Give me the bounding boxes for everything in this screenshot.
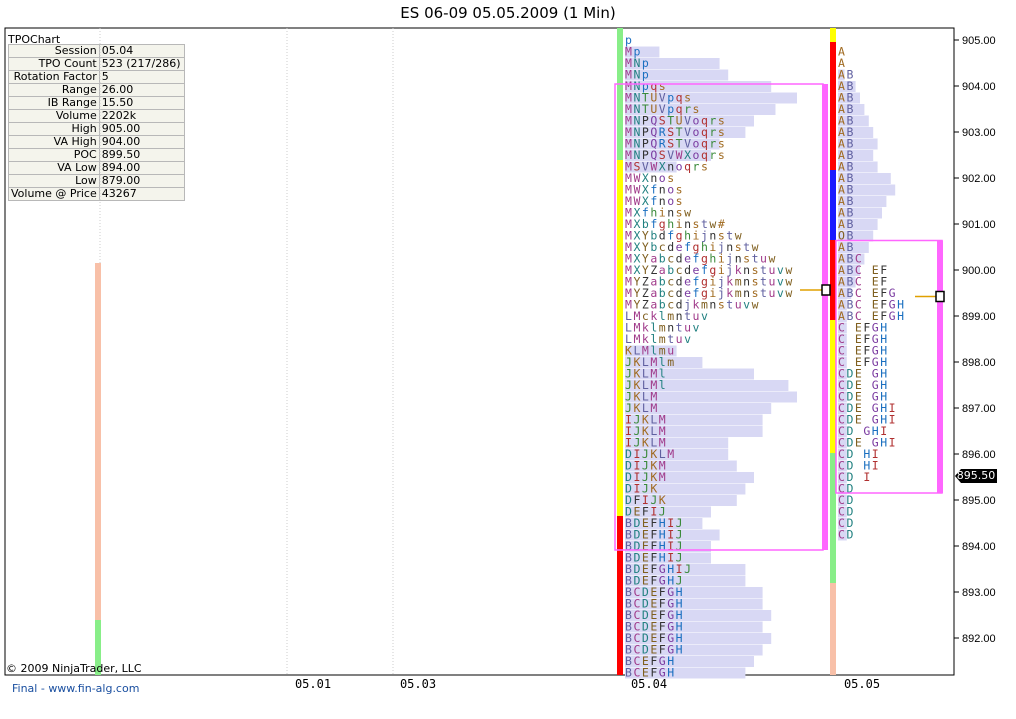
y-tick-label: 901.00: [962, 219, 996, 231]
y-tick-label: 900.00: [962, 265, 996, 277]
value-area-edge: [937, 240, 943, 493]
strip-green: [830, 453, 836, 583]
poc-marker: [935, 290, 945, 303]
tpo-row: CD: [838, 528, 855, 542]
strip-blue: [830, 170, 836, 240]
strip-red: [830, 240, 836, 320]
x-tick-label: 05.01: [295, 677, 331, 691]
copyright-text: © 2009 NinjaTrader, LLC: [6, 662, 142, 675]
value-area-edge: [822, 290, 828, 550]
y-tick-label: 892.00: [962, 633, 996, 645]
strip-red: [617, 516, 623, 675]
strip-light-red: [830, 583, 836, 675]
y-tick-label: 894.00: [962, 541, 996, 553]
strip-yellow: [830, 320, 836, 453]
y-tick-label: 898.00: [962, 357, 996, 369]
poc-marker: [821, 284, 831, 296]
strip-red: [830, 42, 836, 170]
y-tick-label: 895.00: [962, 495, 996, 507]
y-tick-label: 897.00: [962, 403, 996, 415]
strip-yellow: [617, 160, 623, 516]
y-tick-label: 903.00: [962, 127, 996, 139]
y-tick-label: 905.00: [962, 35, 996, 47]
x-tick-label: 05.05: [844, 677, 880, 691]
tpo-chart: 905.00 904.00 903.00 902.00 901.00 900.00 899.…: [4, 27, 996, 691]
session-strip-red: [95, 263, 101, 620]
current-price-badge: 895.50: [955, 469, 997, 483]
x-tick-label: 05.03: [400, 677, 436, 691]
y-tick-label: 896.00: [962, 449, 996, 461]
tpo-row: BCEFGH: [625, 666, 676, 680]
plot-frame: [4, 27, 955, 676]
y-tick-label: 904.00: [962, 81, 996, 93]
strip-yellow: [830, 28, 836, 42]
footer-link[interactable]: Final - www.fin-alg.com: [12, 682, 139, 695]
y-tick-label: 893.00: [962, 587, 996, 599]
y-tick-label: 902.00: [962, 173, 996, 185]
y-tick-label: 899.00: [962, 311, 996, 323]
strip-green: [617, 28, 623, 160]
